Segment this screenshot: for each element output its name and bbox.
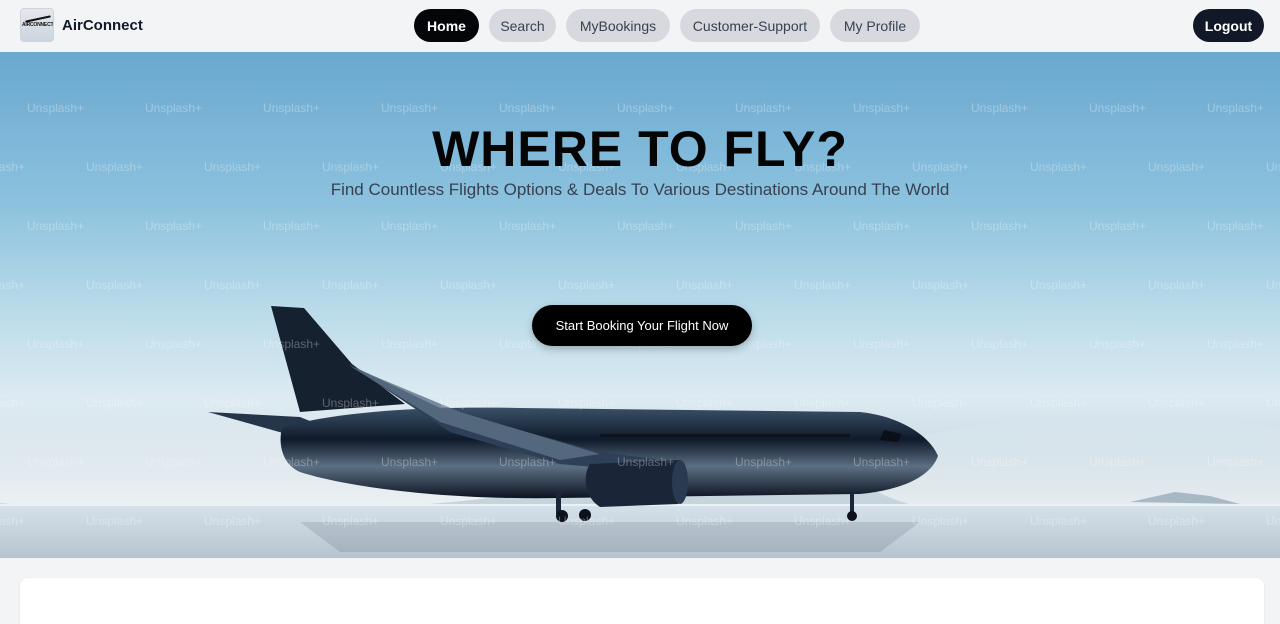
unsplash-watermark: Unsplash+ xyxy=(794,396,851,410)
unsplash-watermark: Unsplash+ xyxy=(322,514,379,528)
unsplash-watermark: Unsplash+ xyxy=(1089,337,1146,351)
unsplash-watermark: Unsplash+ xyxy=(322,278,379,292)
unsplash-watermark: Unsplash+ xyxy=(853,455,910,469)
unsplash-watermark: Unsplash+ xyxy=(145,455,202,469)
unsplash-watermark: Unsplash+ xyxy=(617,101,674,115)
unsplash-watermark: Unsplash+ xyxy=(735,455,792,469)
unsplash-watermark: Unsplash+ xyxy=(1266,278,1280,292)
unsplash-watermark: Unsplash+ xyxy=(145,337,202,351)
unsplash-watermark: Unsplash+ xyxy=(204,396,261,410)
unsplash-watermark: Unsplash+ xyxy=(676,278,733,292)
unsplash-watermark: Unsplash+ xyxy=(263,219,320,233)
unsplash-watermark: Unsplash+ xyxy=(86,278,143,292)
unsplash-watermark: Unsplash+ xyxy=(1089,101,1146,115)
unsplash-watermark: Unsplash+ xyxy=(853,219,910,233)
unsplash-watermark: Unsplash+ xyxy=(263,337,320,351)
unsplash-watermark: Unsplash+ xyxy=(853,101,910,115)
unsplash-watermark: Unsplash+ xyxy=(912,278,969,292)
unsplash-watermark: Unsplash+ xyxy=(86,514,143,528)
content-card xyxy=(20,578,1264,624)
unsplash-watermark: Unsplash+ xyxy=(381,337,438,351)
unsplash-watermark: Unsplash+ xyxy=(1207,101,1264,115)
unsplash-watermark: Unsplash+ xyxy=(499,101,556,115)
unsplash-watermark: Unsplash+ xyxy=(676,514,733,528)
unsplash-watermark: Unsplash+ xyxy=(263,101,320,115)
unsplash-watermark: Unsplash+ xyxy=(0,278,25,292)
airconnect-logo: AIRCONNECT xyxy=(20,8,54,42)
unsplash-watermark: Unsplash+ xyxy=(735,219,792,233)
brand[interactable]: AIRCONNECT AirConnect xyxy=(20,8,143,42)
unsplash-watermark: Unsplash+ xyxy=(440,514,497,528)
unsplash-watermark: Unsplash+ xyxy=(204,514,261,528)
unsplash-watermark: Unsplash+ xyxy=(1148,396,1205,410)
unsplash-watermark: Unsplash+ xyxy=(1207,455,1264,469)
unsplash-watermark: Unsplash+ xyxy=(381,101,438,115)
unsplash-watermark: Unsplash+ xyxy=(381,455,438,469)
nav-search-button[interactable]: Search xyxy=(489,9,556,42)
logout-button[interactable]: Logout xyxy=(1193,9,1264,42)
unsplash-watermark: Unsplash+ xyxy=(794,278,851,292)
logo-text: AIRCONNECT xyxy=(22,22,54,28)
unsplash-watermark: Unsplash+ xyxy=(1030,278,1087,292)
unsplash-watermark: Unsplash+ xyxy=(27,101,84,115)
unsplash-watermark: Unsplash+ xyxy=(912,396,969,410)
unsplash-watermark: Unsplash+ xyxy=(676,396,733,410)
unsplash-watermark: Unsplash+ xyxy=(0,514,25,528)
unsplash-watermark: Unsplash+ xyxy=(499,219,556,233)
unsplash-watermark: Unsplash+ xyxy=(558,396,615,410)
unsplash-watermark: Unsplash+ xyxy=(558,278,615,292)
nav-customer-support-button[interactable]: Customer-Support xyxy=(680,9,820,42)
unsplash-watermark: Unsplash+ xyxy=(1148,278,1205,292)
unsplash-watermark: Unsplash+ xyxy=(27,219,84,233)
hero-title: WHERE TO FLY? xyxy=(432,121,848,177)
unsplash-watermark: Unsplash+ xyxy=(1030,514,1087,528)
unsplash-watermark: Unsplash+ xyxy=(617,455,674,469)
nav-home-button[interactable]: Home xyxy=(414,9,479,42)
unsplash-watermark: Unsplash+ xyxy=(971,219,1028,233)
top-navbar: AIRCONNECT AirConnect Home Search MyBook… xyxy=(0,0,1280,52)
unsplash-watermark: Unsplash+ xyxy=(322,396,379,410)
unsplash-watermark: Unsplash+ xyxy=(263,455,320,469)
unsplash-watermark: Unsplash+ xyxy=(971,337,1028,351)
unsplash-watermark: Unsplash+ xyxy=(145,101,202,115)
unsplash-watermark: Unsplash+ xyxy=(558,514,615,528)
unsplash-watermark: Unsplash+ xyxy=(86,396,143,410)
unsplash-watermark: Unsplash+ xyxy=(499,455,556,469)
hero-subtitle: Find Countless Flights Options & Deals T… xyxy=(330,180,950,199)
unsplash-watermark: Unsplash+ xyxy=(1030,396,1087,410)
unsplash-watermark: Unsplash+ xyxy=(971,101,1028,115)
unsplash-watermark: Unsplash+ xyxy=(0,396,25,410)
unsplash-watermark: Unsplash+ xyxy=(381,219,438,233)
unsplash-watermark: Unsplash+ xyxy=(440,396,497,410)
unsplash-watermark: Unsplash+ xyxy=(1266,514,1280,528)
unsplash-watermark: Unsplash+ xyxy=(853,337,910,351)
nav-mybookings-button[interactable]: MyBookings xyxy=(566,9,670,42)
brand-name: AirConnect xyxy=(62,16,143,34)
unsplash-watermark: Unsplash+ xyxy=(1089,455,1146,469)
unsplash-watermark: Unsplash+ xyxy=(794,514,851,528)
unsplash-watermark: Unsplash+ xyxy=(1148,514,1205,528)
hero-banner: Unsplash+ Unsplash+ Unsplash+ Unsplash+ Unsp… xyxy=(0,52,1280,558)
nav-my-profile-button[interactable]: My Profile xyxy=(830,9,920,42)
unsplash-watermark: Unsplash+ xyxy=(1266,396,1280,410)
unsplash-watermark: Unsplash+ xyxy=(145,219,202,233)
unsplash-watermark: Unsplash+ xyxy=(912,514,969,528)
unsplash-watermark: Unsplash+ xyxy=(1207,219,1264,233)
unsplash-watermark: Unsplash+ xyxy=(1207,337,1264,351)
unsplash-watermark: Unsplash+ xyxy=(27,455,84,469)
unsplash-watermark: Unsplash+ xyxy=(971,455,1028,469)
unsplash-watermark: Unsplash+ xyxy=(617,219,674,233)
unsplash-watermark: Unsplash+ xyxy=(735,101,792,115)
unsplash-watermark: Unsplash+ xyxy=(27,337,84,351)
unsplash-watermark: Unsplash+ xyxy=(440,278,497,292)
unsplash-watermark: Unsplash+ xyxy=(1089,219,1146,233)
start-booking-button[interactable]: Start Booking Your Flight Now xyxy=(532,305,752,346)
unsplash-watermark: Unsplash+ xyxy=(204,278,261,292)
